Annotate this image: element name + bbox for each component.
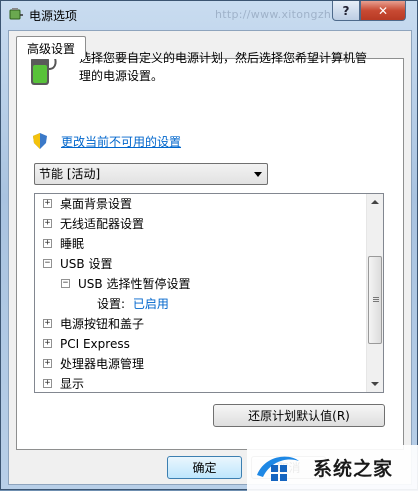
help-button[interactable]: ? xyxy=(332,1,360,21)
site-watermark: 系统之家 xyxy=(247,445,418,491)
tree-item-label: 显示 xyxy=(60,377,85,391)
scrollbar-thumb[interactable] xyxy=(368,256,382,344)
scroll-up-arrow-icon[interactable] xyxy=(367,194,383,211)
tree-item-label: 睡眠 xyxy=(60,237,85,251)
expand-icon[interactable]: + xyxy=(43,239,52,248)
expand-icon[interactable]: + xyxy=(43,319,52,328)
description-text: 选择您要自定义的电源计划，然后选择您希望计算机管理的电源设置。 xyxy=(79,51,368,83)
tree-item-pci-express[interactable]: + PCI Express xyxy=(43,334,130,354)
setting-value-link[interactable]: 已启用 xyxy=(133,297,169,311)
uac-shield-icon xyxy=(33,133,47,149)
expand-icon[interactable]: + xyxy=(43,359,52,368)
watermark-text: 系统之家 xyxy=(313,458,394,480)
tree-item-label: 电源按钮和盖子 xyxy=(60,317,145,331)
grip-icon xyxy=(373,297,379,298)
tab-advanced-settings[interactable]: 高级设置 xyxy=(16,36,86,59)
expand-icon[interactable]: + xyxy=(43,219,52,228)
tree-item-label: USB 选择性暂停设置 xyxy=(78,277,191,291)
settings-tree[interactable]: + 桌面背景设置 + 无线适配器设置 + 睡眠 − USB 设置 − USB 选… xyxy=(34,193,384,393)
title-watermark: http://www.xitongzhijia xyxy=(215,8,349,21)
expand-icon[interactable]: + xyxy=(43,199,52,208)
window-title: 电源选项 xyxy=(29,9,78,23)
tree-item-label: 无线适配器设置 xyxy=(60,217,145,231)
power-plan-value: 节能 [活动] xyxy=(39,167,101,181)
tree-item-usb-selective-suspend[interactable]: − USB 选择性暂停设置 xyxy=(61,274,190,294)
collapse-icon[interactable]: − xyxy=(61,279,70,288)
tree-item-sleep[interactable]: + 睡眠 xyxy=(43,234,84,254)
tree-item-label: USB 设置 xyxy=(60,257,113,271)
collapse-icon[interactable]: − xyxy=(43,259,52,268)
close-button[interactable]: ✕ xyxy=(360,1,406,21)
chevron-down-icon xyxy=(254,172,262,177)
power-options-icon xyxy=(9,8,23,20)
power-plan-select[interactable]: 节能 [活动] xyxy=(34,163,268,185)
tree-item-wireless-adapter[interactable]: + 无线适配器设置 xyxy=(43,214,144,234)
expand-icon[interactable]: + xyxy=(43,379,52,388)
tree-item-power-buttons-lid[interactable]: + 电源按钮和盖子 xyxy=(43,314,144,334)
tree-item-label: PCI Express xyxy=(60,337,130,351)
change-unavailable-settings-link[interactable]: 更改当前不可用的设置 xyxy=(61,133,181,150)
setting-label: 设置: xyxy=(97,297,126,311)
title-bar[interactable]: 电源选项 http://www.xitongzhijia ? ✕ xyxy=(1,1,417,29)
tree-item-setting-value[interactable]: 设置: 已启用 xyxy=(97,294,169,314)
scroll-down-arrow-icon[interactable] xyxy=(367,375,383,392)
tree-item-desktop-background[interactable]: + 桌面背景设置 xyxy=(43,194,132,214)
tree-item-label: 桌面背景设置 xyxy=(60,197,133,211)
tree-item-processor-power[interactable]: + 处理器电源管理 xyxy=(43,354,144,374)
tree-item-usb-settings[interactable]: − USB 设置 xyxy=(43,254,112,274)
tree-item-label: 处理器电源管理 xyxy=(60,357,145,371)
ok-button[interactable]: 确定 xyxy=(167,456,242,479)
power-options-window: 电源选项 http://www.xitongzhijia ? ✕ 高级设置 选择… xyxy=(0,0,418,491)
watermark-logo-icon xyxy=(257,456,299,481)
expand-icon[interactable]: + xyxy=(43,339,52,348)
tree-scrollbar[interactable] xyxy=(366,194,383,392)
restore-plan-defaults-button[interactable]: 还原计划默认值(R) xyxy=(213,404,385,427)
tree-item-display[interactable]: + 显示 xyxy=(43,374,85,392)
